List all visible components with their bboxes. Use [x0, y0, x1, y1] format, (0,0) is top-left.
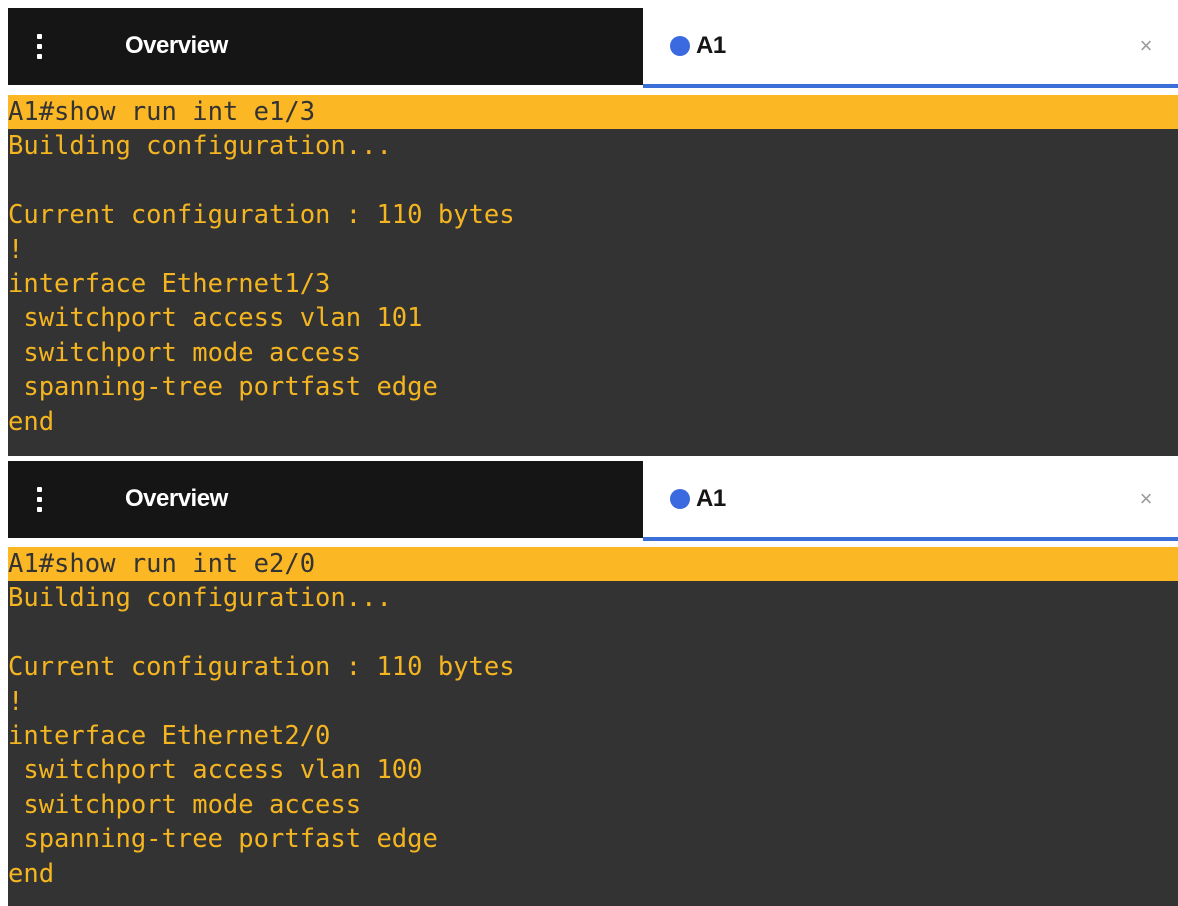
tab-a1-container[interactable]: A1 × — [643, 8, 1178, 88]
terminal-line: Current configuration : 110 bytes — [8, 652, 515, 683]
terminal-line: ! — [8, 234, 24, 265]
terminal-line: switchport mode access — [8, 789, 362, 820]
tab-overview[interactable]: Overview — [125, 479, 228, 519]
terminal-pane-1: Overview A1 × A1#show run int e1/3 Build… — [8, 8, 1178, 456]
terminal-line: interface Ethernet1/3 — [8, 268, 331, 299]
status-dot-icon — [670, 36, 690, 56]
status-dot-icon — [670, 489, 690, 509]
terminal-line: switchport access vlan 100 — [8, 755, 423, 786]
tab-overview[interactable]: Overview — [125, 26, 228, 66]
tab-a1[interactable]: A1 — [696, 26, 726, 66]
tab-bar: Overview A1 × — [8, 8, 1178, 88]
kebab-menu-icon[interactable] — [30, 481, 50, 521]
tab-overview-container: Overview — [8, 461, 643, 538]
terminal-pane-2: Overview A1 × A1#show run int e2/0 Build… — [8, 461, 1178, 906]
tab-a1-container[interactable]: A1 × — [643, 461, 1178, 541]
terminal-line: end — [8, 858, 55, 889]
tab-a1[interactable]: A1 — [696, 479, 726, 519]
terminal-line: switchport access vlan 101 — [8, 303, 423, 334]
terminal-line: spanning-tree portfast edge — [8, 372, 438, 403]
terminal-output[interactable]: A1#show run int e2/0 Building configurat… — [8, 547, 1178, 906]
command-line: A1#show run int e1/3 — [8, 95, 1178, 130]
terminal-output[interactable]: A1#show run int e1/3 Building configurat… — [8, 95, 1178, 456]
terminal-line: Building configuration... — [8, 131, 392, 162]
kebab-menu-icon[interactable] — [30, 28, 50, 68]
terminal-line: ! — [8, 686, 24, 717]
close-icon[interactable]: × — [1136, 479, 1156, 519]
close-icon[interactable]: × — [1136, 26, 1156, 66]
terminal-line: end — [8, 406, 55, 437]
terminal-line: interface Ethernet2/0 — [8, 720, 331, 751]
terminal-line: Building configuration... — [8, 583, 392, 614]
terminal-line: switchport mode access — [8, 337, 362, 368]
terminal-line: Current configuration : 110 bytes — [8, 200, 515, 231]
tab-bar: Overview A1 × — [8, 461, 1178, 541]
terminal-line: spanning-tree portfast edge — [8, 824, 438, 855]
command-line: A1#show run int e2/0 — [8, 547, 1178, 582]
tab-overview-container: Overview — [8, 8, 643, 85]
